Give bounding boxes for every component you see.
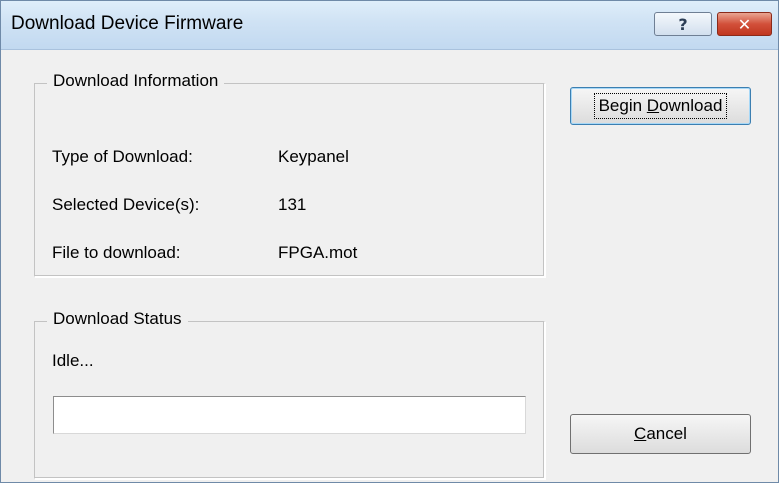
selected-devices-value: 131 xyxy=(278,195,307,214)
question-mark-icon: ? xyxy=(678,14,688,34)
type-of-download-value: Keypanel xyxy=(278,147,349,166)
close-button[interactable]: ✕ xyxy=(717,12,772,36)
cancel-mnemonic: C xyxy=(634,424,647,443)
selected-devices-label: Selected Device(s): xyxy=(52,195,200,214)
title-bar[interactable]: Download Device Firmware ? ✕ xyxy=(1,1,778,50)
download-information-group: Download Information Type of Download: K… xyxy=(34,71,545,277)
type-of-download-label: Type of Download: xyxy=(52,147,193,166)
begin-download-label-part: ownload xyxy=(659,96,723,115)
status-text: Idle... xyxy=(52,351,94,370)
download-progress-bar xyxy=(53,396,526,434)
cancel-label: Cancel xyxy=(634,424,687,444)
download-information-legend: Download Information xyxy=(47,71,225,91)
file-to-download-label: File to download: xyxy=(52,243,181,262)
begin-download-mnemonic: D xyxy=(646,96,660,115)
focus-rectangle: Begin Download xyxy=(593,93,728,119)
dialog-window: Download Device Firmware ? ✕ Download In… xyxy=(0,0,779,483)
begin-download-button[interactable]: Begin Download xyxy=(570,87,751,125)
cancel-button[interactable]: Cancel xyxy=(570,414,751,454)
dialog-client-area: Download Information Type of Download: K… xyxy=(1,50,778,482)
download-status-legend: Download Status xyxy=(47,309,188,329)
window-title: Download Device Firmware xyxy=(11,13,244,34)
begin-download-label-part: Begin xyxy=(598,96,647,115)
help-button[interactable]: ? xyxy=(654,12,712,36)
file-to-download-value: FPGA.mot xyxy=(278,243,358,262)
cancel-label-part: ancel xyxy=(646,424,687,443)
close-icon: ✕ xyxy=(737,14,752,34)
